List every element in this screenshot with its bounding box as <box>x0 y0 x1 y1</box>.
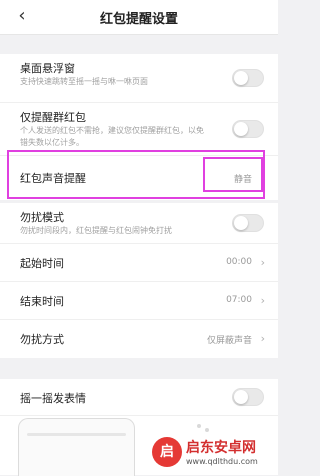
shake-emoji-row[interactable]: 摇一摇发表情 <box>0 379 278 416</box>
floating-window-row[interactable]: 桌面悬浮窗 支持快速跳转至摇一摇与咻一咻页面 <box>0 54 278 103</box>
group-only-label: 仅提醒群红包 <box>20 111 86 124</box>
shake-emoji-toggle[interactable] <box>232 388 264 406</box>
watermark-logo-icon: 启 <box>152 437 182 467</box>
phone-preview-image <box>18 418 135 476</box>
floating-window-label: 桌面悬浮窗 <box>20 62 75 75</box>
watermark-url: www.qdlthdu.com <box>186 457 258 466</box>
title-bar: ‹ 红包提醒设置 <box>0 0 278 35</box>
chevron-right-icon: › <box>260 255 265 269</box>
sound-value-highlight <box>203 157 263 192</box>
preview-bar <box>27 433 126 436</box>
group-only-toggle[interactable] <box>232 120 264 138</box>
group-only-row[interactable]: 仅提醒群红包 个人发送的红包不需抢，建议您仅提醒群红包，以免错失数以亿计多。 <box>0 103 278 156</box>
dnd-mode-desc: 勿扰时间段内，红包提醒与红包闹钟免打扰 <box>20 226 172 235</box>
dnd-mode-row[interactable]: 勿扰模式 勿扰时间段内，红包提醒与红包闹钟免打扰 <box>0 203 278 244</box>
end-time-label: 结束时间 <box>20 295 64 308</box>
site-watermark: 启 启东安卓网 www.qdlthdu.com <box>152 435 276 473</box>
end-time-row[interactable]: 结束时间 07:00 › <box>0 282 278 320</box>
shake-emoji-label: 摇一摇发表情 <box>20 392 86 405</box>
decorative-dot <box>197 424 201 428</box>
floating-window-desc: 支持快速跳转至摇一摇与咻一咻页面 <box>20 77 148 86</box>
floating-window-toggle[interactable] <box>232 69 264 87</box>
start-time-label: 起始时间 <box>20 257 64 270</box>
section-dnd: 勿扰模式 勿扰时间段内，红包提醒与红包闹钟免打扰 起始时间 00:00 › 结束… <box>0 203 278 358</box>
chevron-right-icon: › <box>260 332 265 345</box>
decorative-dot <box>205 428 209 432</box>
end-time-value: 07:00 <box>226 294 252 305</box>
start-time-row[interactable]: 起始时间 00:00 › <box>0 244 278 282</box>
dnd-mode-label: 勿扰模式 <box>20 211 64 224</box>
dnd-method-value: 仅屏蔽声音 <box>206 336 252 346</box>
dnd-method-label: 勿扰方式 <box>20 333 64 346</box>
dnd-mode-toggle[interactable] <box>232 214 264 232</box>
dnd-method-row[interactable]: 勿扰方式 仅屏蔽声音 › <box>0 320 278 358</box>
page-title: 红包提醒设置 <box>99 12 178 27</box>
start-time-value: 00:00 <box>226 256 252 267</box>
group-only-desc: 个人发送的红包不需抢，建议您仅提醒群红包，以免错失数以亿计多。 <box>20 126 204 147</box>
chevron-right-icon: › <box>260 293 265 307</box>
watermark-title: 启东安卓网 <box>186 440 256 456</box>
